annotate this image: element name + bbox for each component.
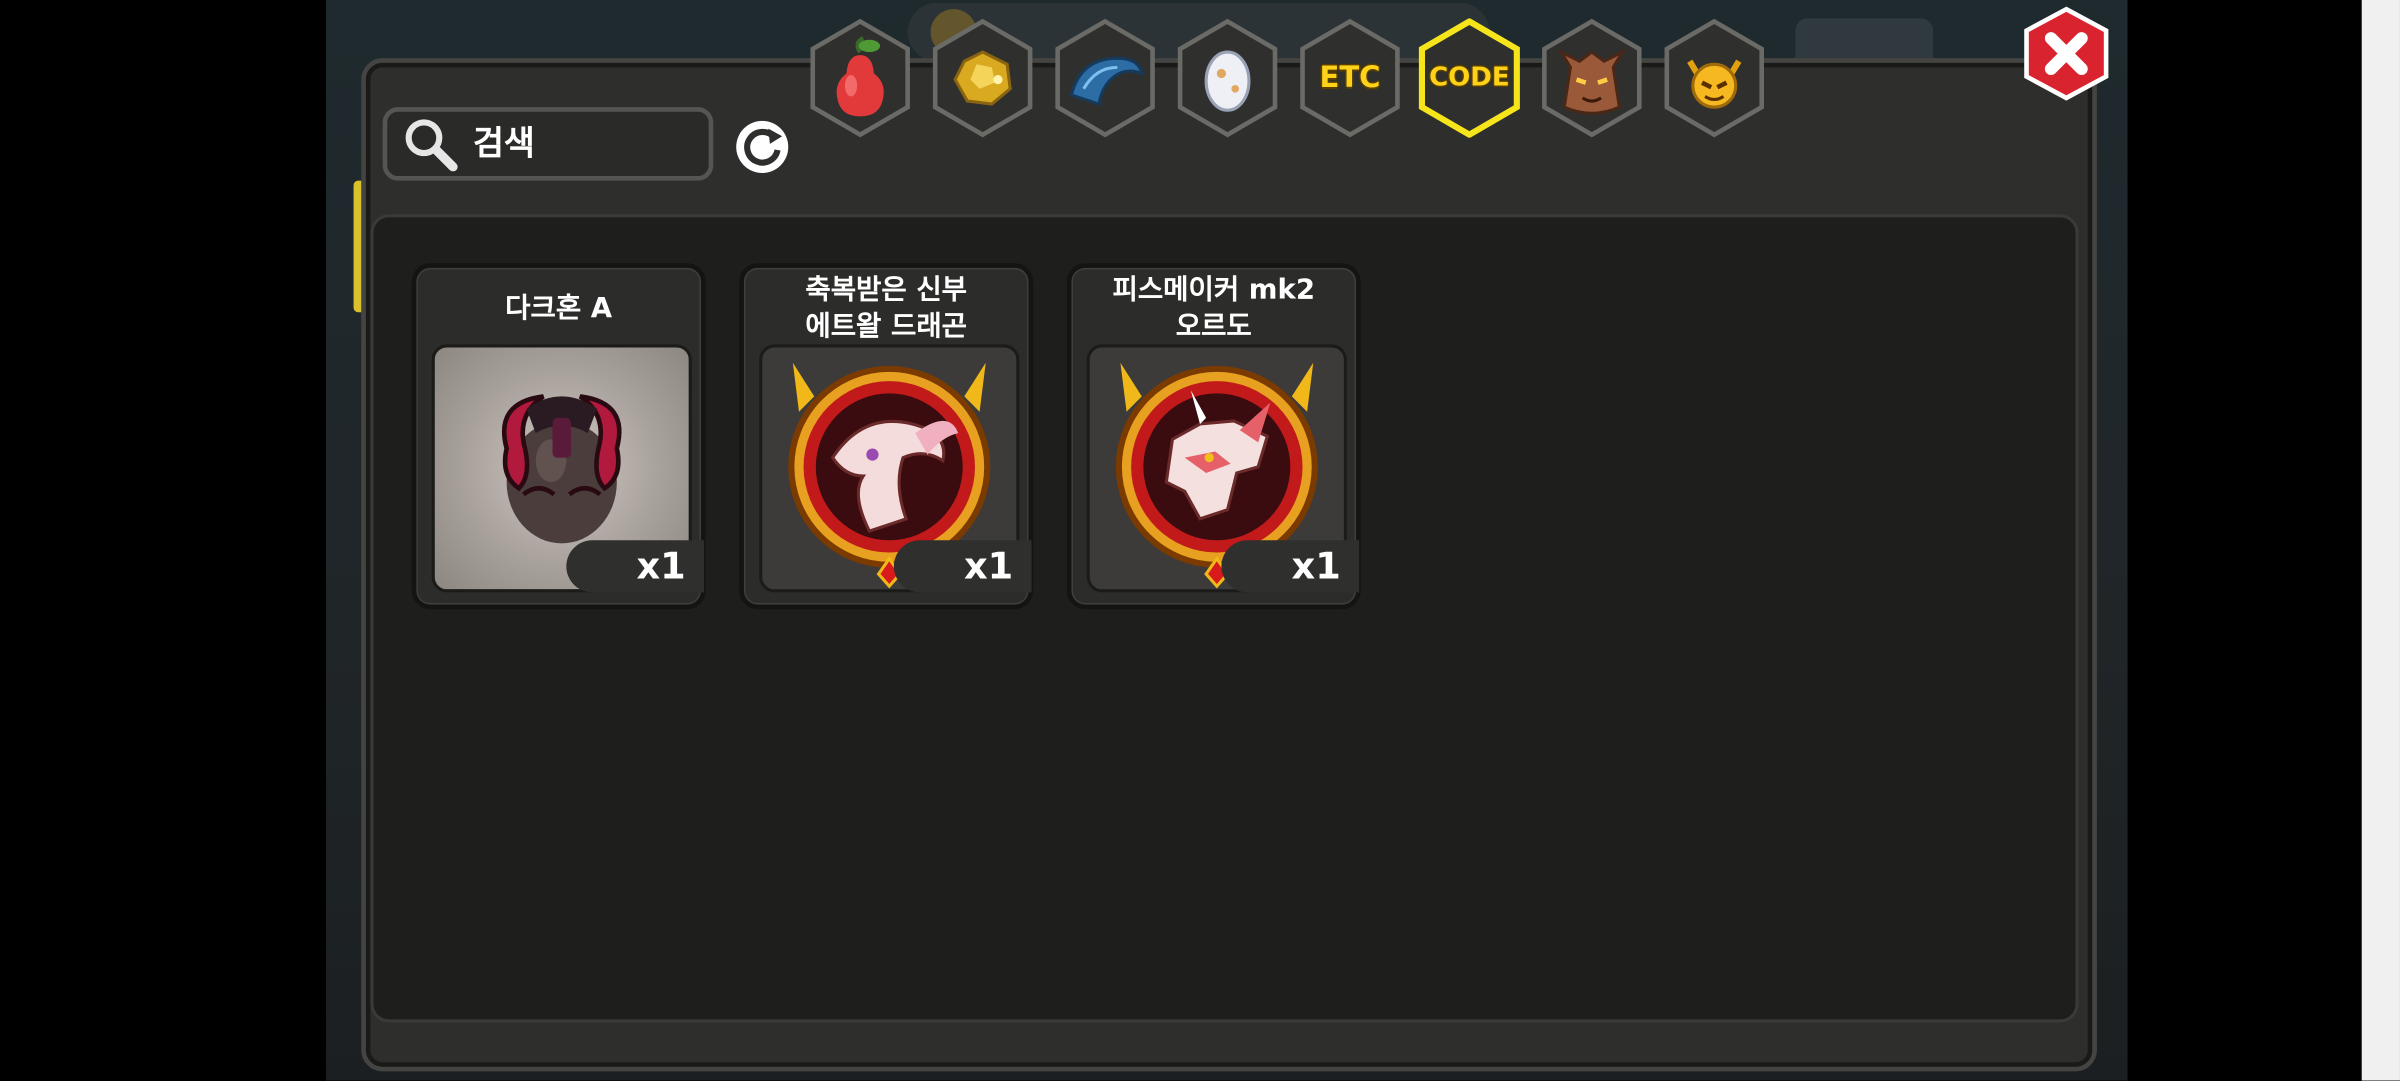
tab-fruit[interactable] bbox=[808, 18, 912, 138]
close-icon bbox=[2024, 6, 2109, 101]
tab-etc-label: ETC bbox=[1319, 61, 1381, 95]
tab-demon[interactable] bbox=[1662, 18, 1766, 138]
item-name: 축복받은 신부 에트왈 드래곤 bbox=[805, 273, 968, 343]
item-card-bride-etoile-dragon[interactable]: 축복받은 신부 에트왈 드래곤 x1 bbox=[739, 263, 1034, 610]
search-field[interactable] bbox=[382, 107, 714, 181]
page-scrollbar[interactable] bbox=[2361, 0, 2400, 1081]
close-button[interactable] bbox=[2020, 6, 2112, 101]
dragon-scale-icon bbox=[1069, 56, 1144, 107]
search-input[interactable] bbox=[469, 123, 706, 165]
search-icon bbox=[405, 119, 458, 172]
egg-icon bbox=[1204, 50, 1251, 112]
pear-icon bbox=[836, 36, 884, 117]
item-card-peacemaker-ordo[interactable]: 피스메이커 mk2 오르도 x1 bbox=[1066, 263, 1361, 610]
tab-code-selected[interactable]: CODE bbox=[1417, 18, 1521, 138]
tab-beast[interactable] bbox=[1540, 18, 1644, 138]
item-quantity: x1 bbox=[893, 540, 1032, 593]
tab-code-label: CODE bbox=[1429, 62, 1510, 94]
item-quantity: x1 bbox=[1221, 540, 1360, 593]
tab-egg[interactable] bbox=[1176, 18, 1280, 138]
refresh-icon[interactable] bbox=[732, 116, 793, 177]
demon-face-icon bbox=[1687, 59, 1742, 109]
item-quantity: x1 bbox=[566, 540, 705, 593]
tab-etc[interactable]: ETC bbox=[1298, 18, 1402, 138]
tab-gold[interactable] bbox=[931, 18, 1035, 138]
item-name: 다크혼 A bbox=[505, 292, 613, 325]
tab-scale[interactable] bbox=[1053, 18, 1157, 138]
gold-ore-icon bbox=[953, 50, 1012, 106]
item-card-dark-horn[interactable]: 다크혼 A x1 bbox=[411, 263, 706, 610]
item-name: 피스메이커 mk2 오르도 bbox=[1112, 273, 1316, 343]
werewolf-icon bbox=[1557, 48, 1627, 115]
